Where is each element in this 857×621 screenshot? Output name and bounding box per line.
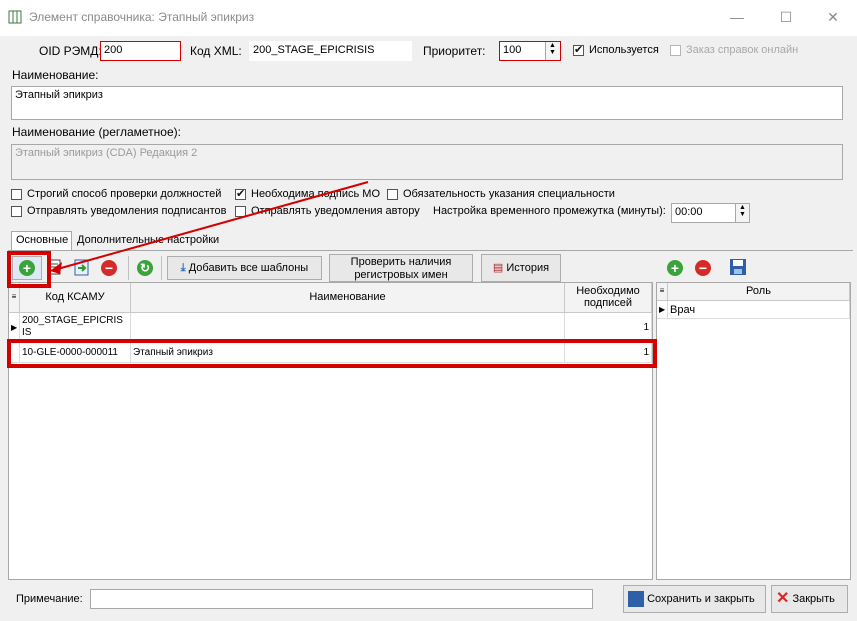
close-label: Закрыть: [792, 593, 835, 605]
save-icon: [628, 591, 644, 608]
close-icon: ✕: [776, 590, 790, 608]
note-input[interactable]: [90, 589, 593, 609]
save-close-label: Сохранить и закрыть: [647, 593, 755, 605]
annotation-arrow: [50, 181, 369, 274]
close-button[interactable]: ✕ Закрыть: [771, 585, 848, 613]
note-label: Примечание:: [16, 593, 83, 605]
save-close-button[interactable]: Сохранить и закрыть: [623, 585, 766, 613]
